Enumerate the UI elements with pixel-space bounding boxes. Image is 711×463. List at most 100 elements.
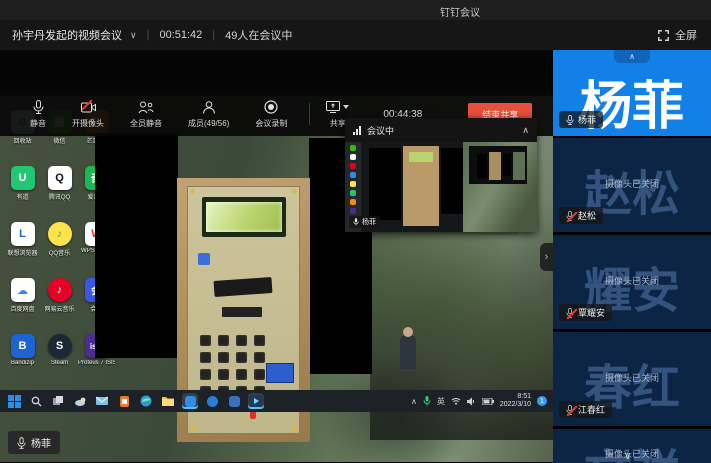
netease-music-icon: ♪: [48, 278, 72, 302]
wallpaper-figure-head: [403, 327, 413, 337]
people-mute-icon: [138, 99, 154, 115]
taskbar-clock[interactable]: 8:51 2022/3/10: [500, 393, 531, 408]
browser-icon: L: [11, 222, 35, 246]
meeting-duration: 00:51:42: [159, 29, 202, 41]
share-dropdown-icon: [343, 105, 349, 109]
camera-off-icon: [81, 99, 96, 115]
divider: |: [147, 29, 150, 41]
ime-indicator[interactable]: 英: [437, 396, 445, 407]
desktop-icon-steam[interactable]: S Steam: [41, 334, 78, 390]
volume-icon[interactable]: [467, 397, 476, 406]
steam-icon: S: [48, 334, 72, 358]
share-screen-icon: [326, 99, 349, 115]
window-titlebar: 钉钉会议: [0, 0, 711, 20]
mic-muted-icon: [566, 405, 574, 415]
camera-off-text: 摄像头已关闭: [553, 371, 711, 384]
fullscreen-button[interactable]: 全屏: [658, 27, 697, 43]
mini-meeting-window[interactable]: 会议中 ∧ 杨菲: [345, 118, 537, 232]
qq-icon: Q: [48, 166, 72, 190]
participant-tile[interactable]: 杨菲 ∧ 杨菲: [553, 50, 711, 136]
battery-icon[interactable]: [482, 398, 494, 405]
task-view-icon[interactable]: [50, 393, 66, 409]
camera-off-text: 摄像头已关闭: [553, 274, 711, 287]
wifi-icon[interactable]: [451, 397, 461, 405]
taskbar-app-dingtalk[interactable]: [182, 393, 198, 409]
youdao-icon: U: [11, 166, 35, 190]
mic-muted-icon: [566, 211, 574, 221]
chevron-up-icon: ∧: [629, 52, 635, 61]
mini-window-header[interactable]: 会议中 ∧: [345, 118, 537, 142]
mail-icon[interactable]: [94, 393, 110, 409]
relay-module: [266, 363, 294, 383]
record-icon: [264, 99, 278, 115]
screw: [292, 426, 297, 431]
meeting-title-dropdown-icon[interactable]: ∨: [130, 30, 137, 41]
camera-off-text: 摄像头已关闭: [553, 177, 711, 190]
screw: [292, 189, 297, 194]
widgets-weather-icon[interactable]: [72, 393, 88, 409]
participant-tile[interactable]: 耀安 摄像头已关闭 覃耀安: [553, 235, 711, 329]
wallpaper-figure: [400, 335, 416, 369]
tray-chevron-icon[interactable]: ∧: [411, 397, 417, 406]
participant-name-badge: 杨菲: [559, 111, 603, 128]
members-button[interactable]: 成员(49/56): [188, 99, 229, 129]
lcd-display: [202, 197, 286, 237]
sidebar-collapse-tab[interactable]: ∧: [614, 50, 650, 63]
sidebar-collapse-handle[interactable]: ›: [540, 243, 553, 271]
windows-taskbar: ∧ 英 8:51 2022/3/10 1: [0, 390, 553, 412]
desktop-icon-baidupan[interactable]: ☁ 百度网盘: [4, 278, 41, 334]
meeting-info-bar: 孙宇丹发起的视频会议 ∨ | 00:51:42 | 49人在会议中 全屏: [0, 20, 711, 50]
taskbar-app-blue1[interactable]: [204, 393, 220, 409]
participant-count: 49人在会议中: [225, 27, 292, 43]
screw: [190, 426, 195, 431]
participant-tile[interactable]: 赵松 摄像头已关闭 赵松: [553, 138, 711, 232]
system-tray: ∧ 英 8:51 2022/3/10 1: [411, 393, 547, 408]
mini-nested-window: [469, 146, 527, 184]
shared-screen-stage: ♻ 回收站 微 微信 芒 芒果TV U 有道 Q 腾讯QQ 奇 爱奇艺: [0, 50, 553, 463]
camera-off-text: 摄像头已关闭: [553, 447, 711, 460]
desktop-icon-qqmusic[interactable]: ♪ QQ音乐: [41, 222, 78, 278]
member-icon: [202, 99, 216, 115]
toolbar-divider: [309, 103, 310, 125]
redacted-block-left: [95, 133, 178, 358]
mini-window-collapse-icon[interactable]: ∧: [522, 125, 529, 136]
chevron-right-icon: ›: [545, 251, 549, 263]
mini-circuit-board: [403, 146, 439, 226]
microcontroller-chip: [214, 277, 273, 297]
desktop-icon-qq[interactable]: Q 腾讯QQ: [41, 166, 78, 222]
mute-button[interactable]: 静音: [30, 99, 46, 129]
speaker-badge: 杨菲: [8, 431, 60, 454]
camera-button[interactable]: 开摄像头: [72, 99, 104, 129]
chevron-down-icon[interactable]: ∨: [624, 451, 631, 462]
taskbar-app-blue2[interactable]: [226, 393, 242, 409]
desktop-icon-youdao[interactable]: U 有道: [4, 166, 41, 222]
desktop-icon-netease-music[interactable]: ♪ 网易云音乐: [41, 278, 78, 334]
office-icon[interactable]: [116, 393, 132, 409]
screw: [190, 189, 195, 194]
desktop-icon-browser[interactable]: L 联想浏览器: [4, 222, 41, 278]
mini-redacted-block: [369, 148, 401, 220]
mic-icon: [566, 115, 574, 125]
baidupan-icon: ☁: [11, 278, 35, 302]
mute-all-button[interactable]: 全员静音: [130, 99, 162, 129]
desktop-icon-bandizip[interactable]: B Bandizip: [4, 334, 41, 390]
notification-badge[interactable]: 1: [537, 396, 547, 406]
mic-icon: [33, 99, 44, 115]
participant-tile[interactable]: 春红 摄像头已关闭 江春红: [553, 332, 711, 426]
participants-sidebar: 杨菲 ∧ 杨菲 赵松 摄像头已关闭 赵松 耀安 摄像头已关闭: [553, 50, 711, 463]
signal-bars-icon: [353, 126, 361, 135]
file-explorer-icon[interactable]: [160, 393, 176, 409]
search-icon[interactable]: [28, 393, 44, 409]
tray-mic-icon[interactable]: [423, 396, 431, 406]
qqmusic-icon: ♪: [48, 222, 72, 246]
edge-icon[interactable]: [138, 393, 154, 409]
taskbar-app-media-player[interactable]: [248, 393, 264, 409]
meeting-title: 孙宇丹发起的视频会议: [12, 27, 122, 43]
mic-icon: [353, 218, 359, 226]
participant-name-badge: 赵松: [559, 207, 603, 224]
potentiometer: [198, 253, 210, 265]
participant-name-badge: 覃耀安: [559, 304, 612, 321]
participant-tile[interactable]: 文祥 摄像头已关闭 ∨: [553, 429, 711, 463]
start-button[interactable]: [6, 393, 22, 409]
record-button[interactable]: 会议录制: [255, 99, 287, 129]
